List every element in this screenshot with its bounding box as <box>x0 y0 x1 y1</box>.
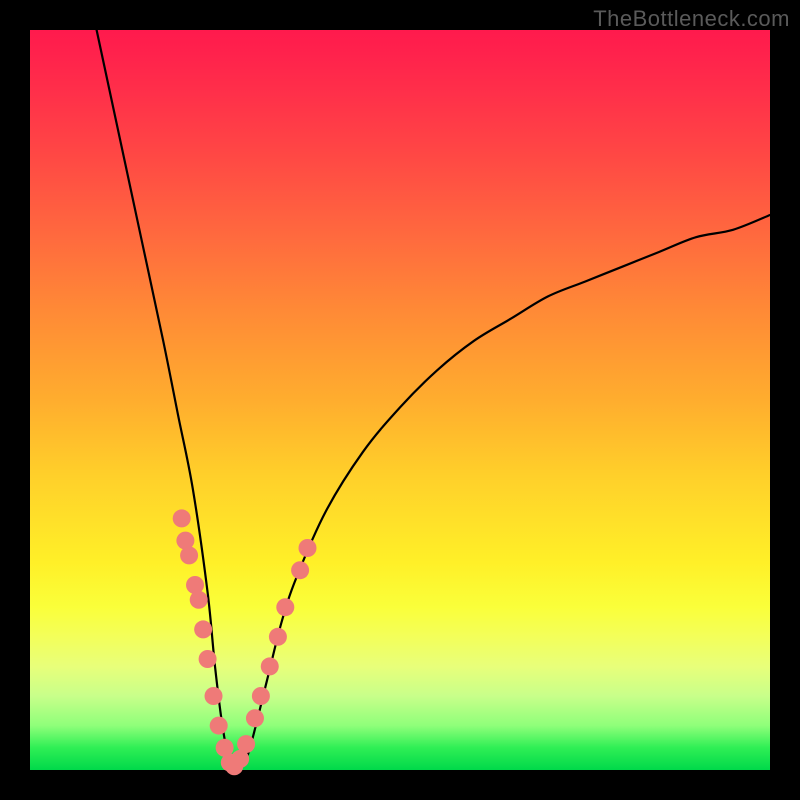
curve-marker <box>194 620 212 638</box>
curve-marker <box>199 650 217 668</box>
curve-marker <box>291 561 309 579</box>
curve-marker <box>237 735 255 753</box>
curve-marker <box>252 687 270 705</box>
curve-marker <box>190 591 208 609</box>
curve-marker <box>261 657 279 675</box>
curve-marker <box>205 687 223 705</box>
marker-group <box>173 509 317 775</box>
bottleneck-curve <box>97 30 770 770</box>
curve-marker <box>299 539 317 557</box>
plot-area <box>30 30 770 770</box>
curve-marker <box>173 509 191 527</box>
watermark-text: TheBottleneck.com <box>593 6 790 32</box>
curve-layer <box>30 30 770 770</box>
curve-marker <box>276 598 294 616</box>
curve-marker <box>246 709 264 727</box>
curve-marker <box>180 546 198 564</box>
curve-marker <box>210 717 228 735</box>
chart-frame: TheBottleneck.com <box>0 0 800 800</box>
curve-marker <box>269 628 287 646</box>
